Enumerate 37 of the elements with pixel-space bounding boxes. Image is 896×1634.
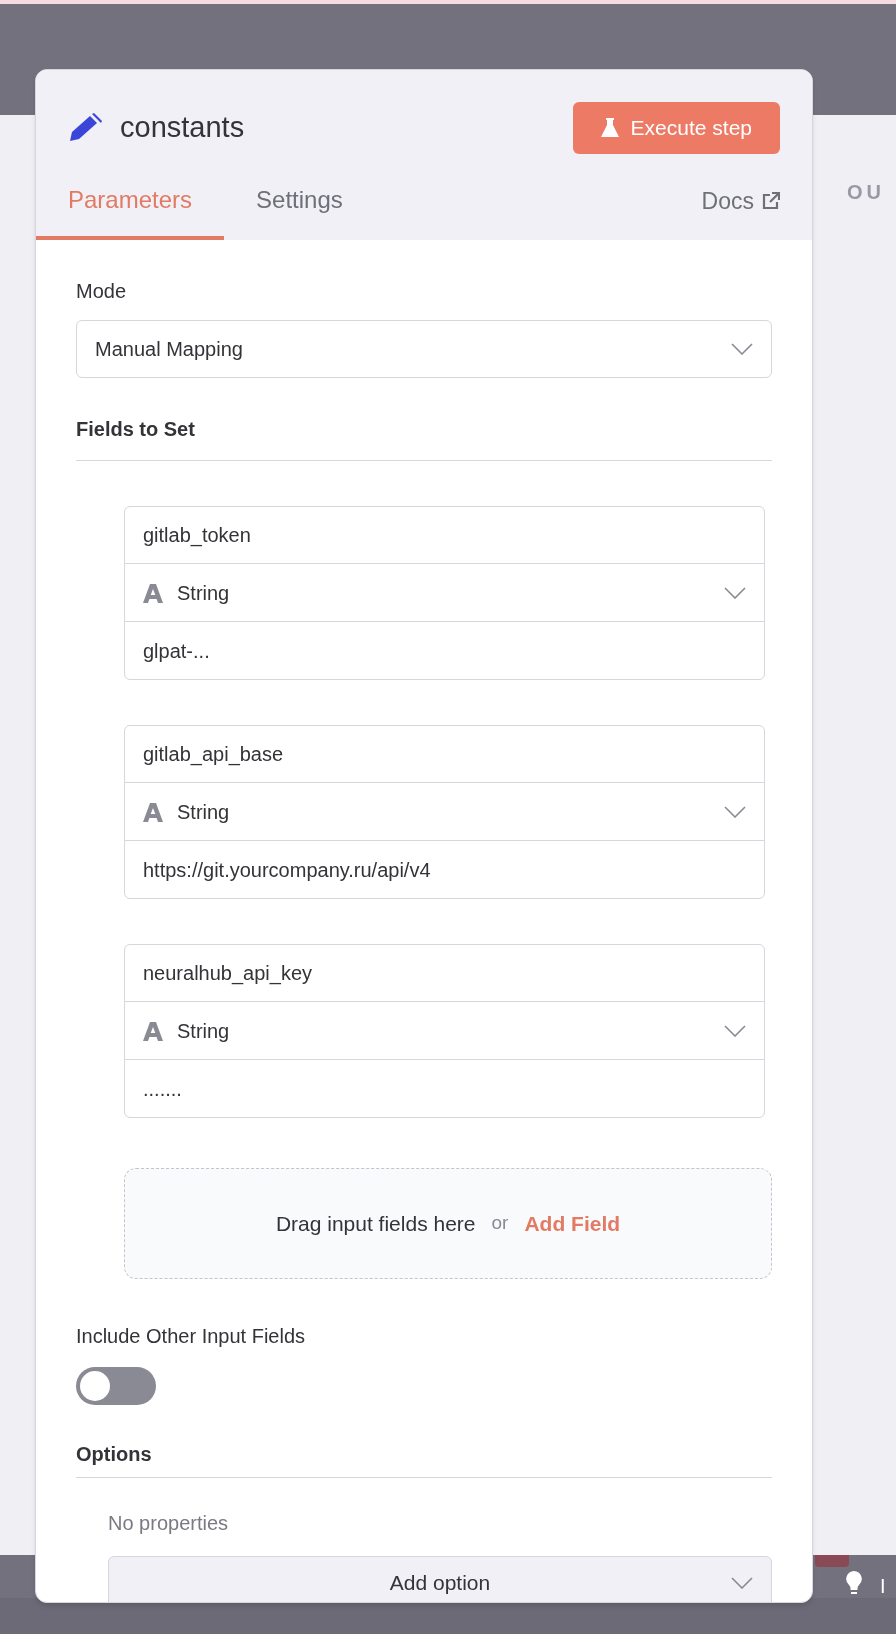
type-select[interactable]: String: [125, 1002, 764, 1060]
output-heading: OU: [847, 180, 886, 205]
text-type-icon: [143, 801, 163, 822]
type-select[interactable]: String: [125, 783, 764, 841]
section-heading: Fields to Set: [76, 417, 196, 442]
field-name-input[interactable]: gitlab_api_base: [125, 726, 764, 783]
field-label: Include Other Input Fields: [76, 1324, 306, 1349]
footer-text: I: [880, 1574, 886, 1599]
text-type-icon: [143, 1020, 163, 1041]
field-name-input[interactable]: neuralhub_api_key: [125, 945, 764, 1002]
node-title: constants: [120, 110, 245, 146]
empty-text: No properties: [108, 1511, 230, 1536]
docs-link[interactable]: Docs: [701, 183, 780, 240]
chevron-down-icon: [731, 343, 753, 355]
tab[interactable]: Settings: [224, 182, 375, 240]
chevron-down-icon: [724, 805, 746, 818]
flask-icon: [600, 117, 619, 139]
field-value-input[interactable]: .......: [125, 1060, 764, 1117]
status-bar-marker: [815, 1555, 849, 1567]
field-value-input[interactable]: glpat-...: [125, 622, 764, 679]
text-type-icon: [143, 582, 163, 603]
drop-hint: Drag input fields here: [275, 1210, 476, 1237]
lightbulb-icon[interactable]: [845, 1570, 863, 1596]
chevron-down-icon: [724, 586, 746, 599]
external-link-icon: [762, 191, 780, 210]
mode-select[interactable]: Manual Mapping: [76, 320, 772, 378]
section-heading: Options: [76, 1442, 153, 1467]
add-option-button[interactable]: Add option: [108, 1556, 772, 1602]
chevron-down-icon: [731, 1577, 753, 1589]
toggle-switch[interactable]: [76, 1367, 156, 1405]
field-name-input[interactable]: gitlab_token: [125, 507, 764, 564]
type-select[interactable]: String: [125, 564, 764, 622]
drop-zone[interactable]: Drag input fields here or Add Field: [124, 1168, 772, 1279]
separator-text: or: [491, 1211, 509, 1236]
field-value-input[interactable]: https://git.yourcompany.ru/api/v4: [125, 841, 764, 898]
chevron-down-icon: [724, 1024, 746, 1037]
field-label: Mode: [76, 279, 128, 304]
